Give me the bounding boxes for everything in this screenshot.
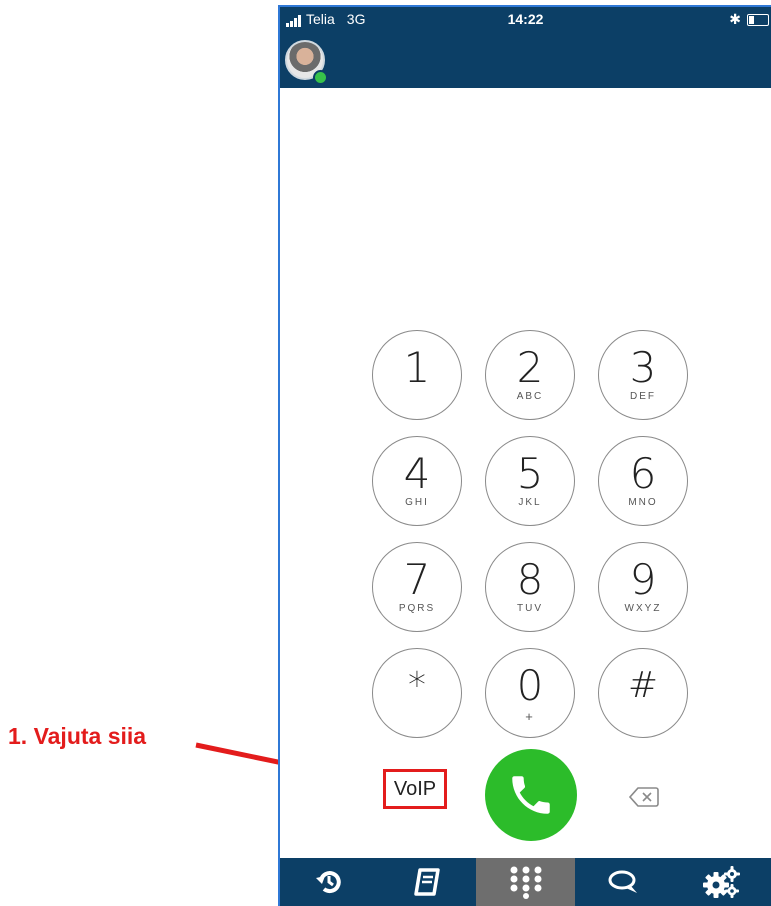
tab-dialpad[interactable] bbox=[476, 858, 575, 906]
key-letters: + bbox=[525, 709, 535, 724]
bottom-tab-bar bbox=[280, 858, 771, 906]
key-digit: 7 bbox=[403, 555, 431, 604]
app-header: Telia 3G 14:22 ✱ bbox=[280, 7, 771, 88]
key-hash[interactable]: # bbox=[598, 648, 688, 738]
key-digit: 2 bbox=[516, 343, 544, 392]
key-digit: 0 bbox=[516, 661, 544, 710]
key-digit: 6 bbox=[629, 449, 657, 498]
voip-button[interactable]: VoIP bbox=[383, 769, 447, 809]
phone-screen: Telia 3G 14:22 ✱ 1 2 ABC 3 DEF 4 GHI 5 J… bbox=[278, 5, 771, 906]
key-letters: WXYZ bbox=[624, 603, 662, 614]
key-3[interactable]: 3 DEF bbox=[598, 330, 688, 420]
key-letters: JKL bbox=[518, 497, 542, 508]
key-letters: TUV bbox=[517, 603, 543, 614]
key-8[interactable]: 8 TUV bbox=[485, 542, 575, 632]
key-letters: GHI bbox=[405, 497, 429, 508]
key-digit: 8 bbox=[516, 555, 544, 604]
backspace-icon bbox=[628, 787, 659, 807]
tab-history[interactable] bbox=[280, 858, 378, 906]
call-button[interactable] bbox=[485, 749, 577, 841]
status-bar: Telia 3G 14:22 ✱ bbox=[280, 7, 771, 31]
tab-settings[interactable] bbox=[673, 858, 771, 906]
bluetooth-icon: ✱ bbox=[729, 11, 741, 27]
key-letters: DEF bbox=[630, 391, 656, 402]
key-digit: 9 bbox=[629, 555, 657, 604]
backspace-button[interactable] bbox=[628, 785, 660, 809]
key-7[interactable]: 7 PQRS bbox=[372, 542, 462, 632]
key-1[interactable]: 1 bbox=[372, 330, 462, 420]
phone-icon bbox=[512, 776, 550, 814]
key-0[interactable]: 0 + bbox=[485, 648, 575, 738]
key-digit: 1 bbox=[403, 343, 431, 392]
tab-chat[interactable] bbox=[575, 858, 673, 906]
key-digit: # bbox=[627, 665, 659, 706]
tab-contacts[interactable] bbox=[378, 858, 476, 906]
status-right-icons: ✱ bbox=[729, 11, 769, 28]
key-2[interactable]: 2 ABC bbox=[485, 330, 575, 420]
key-digit: 4 bbox=[403, 449, 431, 498]
history-icon bbox=[316, 871, 341, 894]
key-digit: 5 bbox=[516, 449, 544, 498]
settings-icon bbox=[702, 866, 740, 898]
key-4[interactable]: 4 GHI bbox=[372, 436, 462, 526]
key-9[interactable]: 9 WXYZ bbox=[598, 542, 688, 632]
contacts-book-icon bbox=[414, 868, 441, 896]
key-digit: 3 bbox=[629, 343, 657, 392]
presence-indicator bbox=[313, 70, 328, 85]
key-letters: ABC bbox=[516, 391, 544, 402]
chat-icon bbox=[608, 870, 637, 893]
annotation-label: 1. Vajuta siia bbox=[8, 723, 147, 749]
key-star[interactable]: * bbox=[372, 648, 462, 738]
dialpad-icon bbox=[510, 866, 541, 899]
status-time: 14:22 bbox=[507, 11, 544, 27]
key-digit: * bbox=[408, 665, 426, 706]
key-6[interactable]: 6 MNO bbox=[598, 436, 688, 526]
key-letters: PQRS bbox=[398, 603, 436, 614]
key-letters: MNO bbox=[628, 497, 658, 508]
battery-icon bbox=[747, 13, 769, 26]
key-5[interactable]: 5 JKL bbox=[485, 436, 575, 526]
